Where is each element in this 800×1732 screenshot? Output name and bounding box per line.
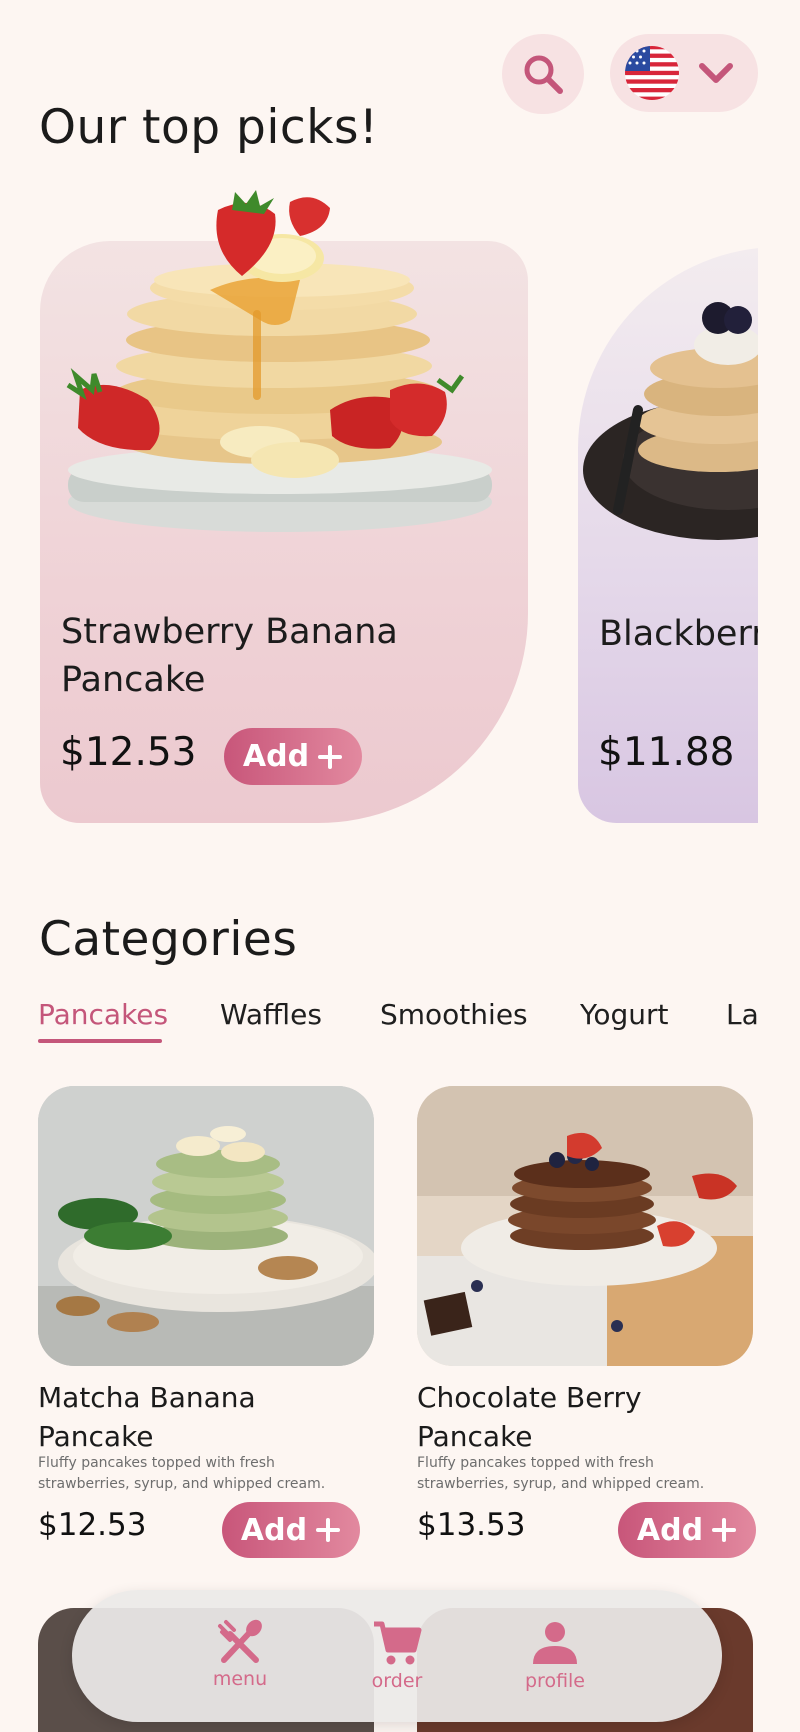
item-name-line2: Pancake — [417, 1420, 533, 1453]
item-description-line1: Fluffy pancakes topped with fresh — [417, 1455, 654, 1471]
search-icon — [524, 55, 563, 94]
search-button[interactable] — [502, 34, 584, 114]
page-title: Our top picks! — [39, 100, 379, 155]
item-price: $13.53 — [417, 1507, 526, 1543]
active-tab-indicator — [38, 1039, 162, 1043]
plus-icon — [712, 1518, 737, 1542]
add-button[interactable]: Add — [222, 1502, 360, 1558]
matcha-pancake-image — [38, 1086, 374, 1366]
add-button[interactable]: Add — [224, 728, 362, 785]
add-label: Add — [240, 1512, 308, 1548]
bottom-navigation: menu order profile — [72, 1590, 722, 1722]
add-label: Add — [636, 1512, 704, 1548]
blackberry-pancake-image — [583, 302, 758, 540]
item-image[interactable] — [38, 1086, 374, 1366]
nav-label-order: order — [371, 1670, 423, 1692]
tab-smoothies[interactable]: Smoothies — [380, 998, 528, 1031]
item-description-line2: strawberries, syrup, and whipped cream. — [38, 1476, 326, 1492]
add-label: Add — [242, 739, 310, 774]
fork-spoon-icon — [218, 1619, 262, 1663]
item-image[interactable] — [417, 1086, 753, 1366]
nav-item-order[interactable]: order — [357, 1618, 437, 1692]
item-description-line2: strawberries, syrup, and whipped cream. — [417, 1476, 705, 1492]
pick-name-line1: Blackberr — [599, 614, 758, 654]
chocolate-berry-pancake-image — [417, 1086, 753, 1366]
tab-pancakes[interactable]: Pancakes — [38, 998, 168, 1031]
categories-title: Categories — [39, 912, 298, 967]
item-name-line2: Pancake — [38, 1420, 154, 1453]
item-name-line1: Matcha Banana — [38, 1381, 256, 1414]
person-icon — [533, 1622, 577, 1664]
us-flag-icon — [625, 46, 679, 100]
add-button[interactable]: Add — [618, 1502, 756, 1558]
item-description-line1: Fluffy pancakes topped with fresh — [38, 1455, 275, 1471]
nav-item-profile[interactable]: profile — [510, 1618, 600, 1692]
language-selector[interactable] — [610, 34, 758, 112]
item-price: $12.53 — [38, 1507, 147, 1543]
pick-name-line1: Strawberry Banana — [61, 612, 398, 652]
tab-waffles[interactable]: Waffles — [220, 998, 322, 1031]
item-name-line1: Chocolate Berry — [417, 1381, 642, 1414]
pick-name-line2: Pancake — [61, 660, 206, 700]
plus-icon — [316, 1518, 341, 1542]
nav-item-menu[interactable]: menu — [200, 1618, 280, 1690]
cart-icon — [374, 1621, 422, 1665]
pick-price: $11.88 — [598, 730, 735, 775]
pancake-stack-image — [66, 190, 492, 532]
chevron-down-icon — [699, 63, 733, 83]
nav-label-profile: profile — [524, 1670, 585, 1692]
tab-yogurt[interactable]: Yogurt — [580, 998, 669, 1031]
tab-more[interactable]: La — [726, 998, 758, 1031]
top-pick-card-clip: Blackberr $11.88 — [578, 200, 758, 840]
pick-price: $12.53 — [60, 730, 197, 775]
plus-icon — [318, 744, 343, 769]
nav-label-menu: menu — [212, 1668, 268, 1690]
